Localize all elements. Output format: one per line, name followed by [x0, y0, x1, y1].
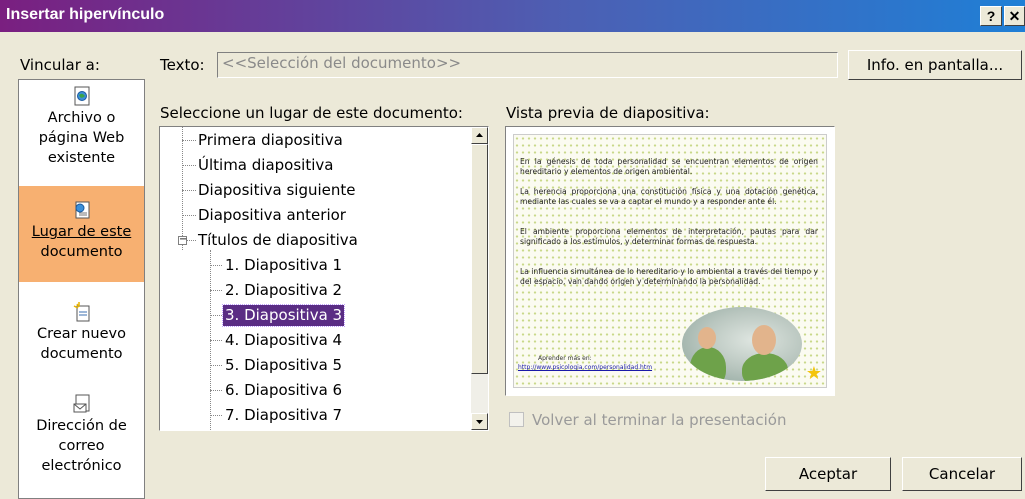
slide-learn-more: Aprender más en:	[538, 355, 592, 362]
screentip-button[interactable]: Info. en pantalla...	[848, 50, 1022, 80]
title-bar: Insertar hipervínculo ? ✕	[0, 0, 1025, 32]
place-tree-content: − Primera diapositiva Última diapositiva…	[160, 127, 472, 430]
place-list-label: Seleccione un lugar de este documento:	[160, 104, 463, 122]
place-tree[interactable]: − Primera diapositiva Última diapositiva…	[159, 126, 489, 431]
link-to-bar: Archivo o página Web existente Lugar de …	[18, 79, 145, 499]
slide-link: http://www.psicologia.com/personalidad.h…	[518, 364, 653, 371]
link-option-label-line1: Archivo o	[47, 110, 116, 126]
collapse-expander[interactable]: −	[178, 235, 187, 245]
tree-item[interactable]: 7. Diapositiva 7	[223, 405, 344, 426]
slide-photo	[682, 307, 802, 381]
tree-item[interactable]: 1. Diapositiva 1	[223, 255, 344, 276]
tree-item[interactable]: 4. Diapositiva 4	[223, 330, 344, 351]
link-to-label: Vincular a:	[20, 56, 100, 74]
tree-item[interactable]: 2. Diapositiva 2	[223, 280, 344, 301]
scroll-up-button[interactable]	[471, 127, 488, 144]
tree-scrollbar[interactable]	[471, 127, 488, 430]
link-option-label-line3: electrónico	[41, 458, 122, 474]
tree-item-selected[interactable]: 3. Diapositiva 3	[221, 304, 346, 327]
link-option-label-line3: existente	[47, 150, 116, 166]
new-document-icon	[73, 302, 89, 322]
tree-item-slide-titles[interactable]: Títulos de diapositiva	[196, 230, 360, 251]
tree-item[interactable]: Primera diapositiva	[196, 130, 345, 151]
arrow-up-icon	[476, 133, 483, 137]
tree-item[interactable]: Última diapositiva	[196, 155, 335, 176]
tree-item[interactable]: 5. Diapositiva 5	[223, 355, 344, 376]
slide-preview: En la génesis de toda personalidad se en…	[505, 126, 835, 396]
tree-item[interactable]: Diapositiva anterior	[196, 205, 348, 226]
close-button[interactable]: ✕	[1004, 6, 1025, 26]
place-in-document-icon	[75, 201, 89, 219]
link-option-new-document[interactable]: Crear nuevo documento	[19, 302, 144, 382]
link-option-email-address[interactable]: Dirección de correo electrónico	[19, 394, 144, 494]
scroll-down-button[interactable]	[471, 413, 488, 430]
text-field[interactable]: <<Selección del documento>>	[217, 52, 838, 78]
email-address-icon	[73, 394, 89, 413]
slide-paragraph: En la génesis de toda personalidad se en…	[520, 157, 818, 176]
star-icon: ★	[805, 363, 822, 384]
link-option-label-line2: documento	[40, 244, 123, 260]
help-button[interactable]: ?	[980, 6, 1002, 26]
return-after-show-checkbox[interactable]	[509, 412, 524, 427]
arrow-down-icon	[476, 420, 483, 424]
web-page-icon	[74, 86, 89, 106]
preview-label: Vista previa de diapositiva:	[506, 104, 710, 122]
link-option-place-in-document[interactable]: Lugar de este documento	[19, 186, 144, 282]
window-title: Insertar hipervínculo	[6, 6, 165, 23]
ok-button[interactable]: Aceptar	[765, 457, 891, 491]
link-option-label-line1: Crear nuevo	[37, 326, 126, 342]
cancel-button[interactable]: Cancelar	[902, 457, 1022, 491]
tree-item[interactable]: Diapositiva siguiente	[196, 180, 358, 201]
link-option-label-line1: Lugar de este	[31, 224, 132, 240]
slide-paragraph: El ambiente proporciona elementos de int…	[520, 227, 818, 246]
slide-paragraph: La influencia simultánea de lo hereditar…	[520, 267, 818, 286]
slide-thumbnail: En la génesis de toda personalidad se en…	[513, 134, 827, 388]
link-option-label-line1: Dirección de	[36, 418, 127, 434]
link-option-label-line2: documento	[40, 346, 123, 362]
link-option-label-line2: página Web	[38, 130, 125, 146]
link-option-label-line2: correo	[58, 438, 105, 454]
slide-paragraph: La herencia proporciona una constitución…	[520, 187, 818, 206]
return-after-show-label: Volver al terminar la presentación	[532, 411, 787, 429]
text-field-label: Texto:	[160, 56, 205, 74]
tree-item[interactable]: 6. Diapositiva 6	[223, 380, 344, 401]
scroll-thumb[interactable]	[471, 144, 488, 374]
link-option-existing-file[interactable]: Archivo o página Web existente	[19, 86, 144, 182]
